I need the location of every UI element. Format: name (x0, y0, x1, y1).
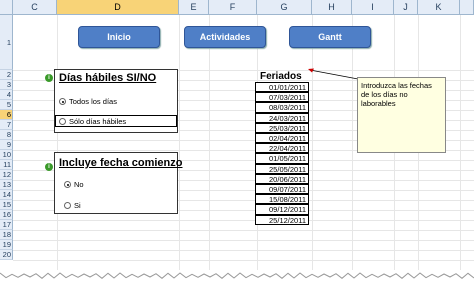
row-header-3[interactable]: 3 (0, 80, 13, 90)
info-icon[interactable]: i (45, 163, 53, 171)
actividades-button[interactable]: Actividades (184, 26, 266, 48)
row-header-11[interactable]: 11 (0, 160, 13, 170)
inicio-button[interactable]: Inicio (78, 26, 160, 48)
select-all-corner[interactable] (0, 0, 13, 15)
feriado-date-cell[interactable]: 09/12/2011 (255, 204, 309, 215)
feriado-date-cell[interactable]: 20/06/2011 (255, 173, 309, 184)
arrow-line (309, 69, 359, 80)
radio-unselected-icon (59, 118, 66, 125)
column-header-blank (460, 0, 474, 15)
radio-todos-los-dias[interactable]: Todos los días (59, 97, 117, 106)
gridline (13, 240, 474, 241)
feriado-date-cell[interactable]: 25/12/2011 (255, 214, 309, 225)
radio-selected-icon (64, 181, 71, 188)
feriado-date-cell[interactable]: 07/03/2011 (255, 92, 309, 103)
column-header-f[interactable]: F (209, 0, 257, 15)
gridline (13, 220, 474, 221)
comment-text: Introduzca las fechas de los días no lab… (361, 81, 432, 108)
row-header-9[interactable]: 9 (0, 140, 13, 150)
gridline (13, 260, 474, 261)
row-header-2[interactable]: 2 (0, 70, 13, 80)
feriado-date-cell[interactable]: 25/05/2011 (255, 163, 309, 174)
row-header-15[interactable]: 15 (0, 200, 13, 210)
row-header-4[interactable]: 4 (0, 90, 13, 100)
feriado-date-cell[interactable]: 25/03/2011 (255, 122, 309, 133)
column-header-g[interactable]: G (257, 0, 312, 15)
gridline (13, 230, 474, 231)
gantt-button[interactable]: Gantt (289, 26, 371, 48)
fecha-comienzo-title: Incluye fecha comienzo (59, 157, 183, 169)
row-header-10[interactable]: 10 (0, 150, 13, 160)
spreadsheet: C D E F G H I J K 1 2 3 4 5 6 7 8 9 10 1… (0, 0, 474, 285)
column-header-c[interactable]: C (13, 0, 57, 15)
row-header-20[interactable]: 20 (0, 250, 13, 260)
radio-selected-icon (59, 98, 66, 105)
radio-label: Sólo días hábiles (69, 117, 127, 126)
radio-unselected-icon (64, 202, 71, 209)
column-header-j[interactable]: J (394, 0, 418, 15)
row-header-17[interactable]: 17 (0, 220, 13, 230)
radio-label: Si (74, 201, 81, 210)
feriado-date-cell[interactable]: 01/05/2011 (255, 153, 309, 164)
comment-box[interactable]: Introduzca las fechas de los días no lab… (357, 77, 446, 153)
column-header-i[interactable]: I (352, 0, 394, 15)
radio-label: Todos los días (69, 97, 117, 106)
column-header-e[interactable]: E (179, 0, 209, 15)
row-header-7[interactable]: 7 (0, 120, 13, 130)
row-header-16[interactable]: 16 (0, 210, 13, 220)
row-header-13[interactable]: 13 (0, 180, 13, 190)
feriado-date-cell[interactable]: 02/04/2011 (255, 133, 309, 144)
radio-no[interactable]: No (64, 180, 84, 189)
feriado-date-cell[interactable]: 24/03/2011 (255, 112, 309, 123)
row-header-6[interactable]: 6 (0, 110, 13, 120)
row-header-12[interactable]: 12 (0, 170, 13, 180)
radio-label: No (74, 180, 84, 189)
row-header-14[interactable]: 14 (0, 190, 13, 200)
info-icon[interactable]: i (45, 74, 53, 82)
dias-habiles-title: Días hábiles SI/NO (59, 72, 157, 84)
row-header-8[interactable]: 8 (0, 130, 13, 140)
feriado-date-cell[interactable]: 09/07/2011 (255, 184, 309, 195)
feriado-date-cell[interactable]: 08/03/2011 (255, 102, 309, 113)
row-header-19[interactable]: 19 (0, 240, 13, 250)
row-header-5[interactable]: 5 (0, 100, 13, 110)
column-header-h[interactable]: H (312, 0, 352, 15)
radio-solo-dias-habiles[interactable]: Sólo días hábiles (59, 117, 126, 126)
row-header-18[interactable]: 18 (0, 230, 13, 240)
gridline (13, 250, 474, 251)
torn-edge (0, 270, 474, 285)
feriados-title: Feriados (260, 71, 302, 82)
column-header-d[interactable]: D (57, 0, 179, 15)
column-header-k[interactable]: K (418, 0, 460, 15)
feriado-date-cell[interactable]: 22/04/2011 (255, 143, 309, 154)
feriado-date-cell[interactable]: 15/08/2011 (255, 194, 309, 205)
radio-si[interactable]: Si (64, 201, 81, 210)
row-header-1[interactable]: 1 (0, 15, 13, 70)
